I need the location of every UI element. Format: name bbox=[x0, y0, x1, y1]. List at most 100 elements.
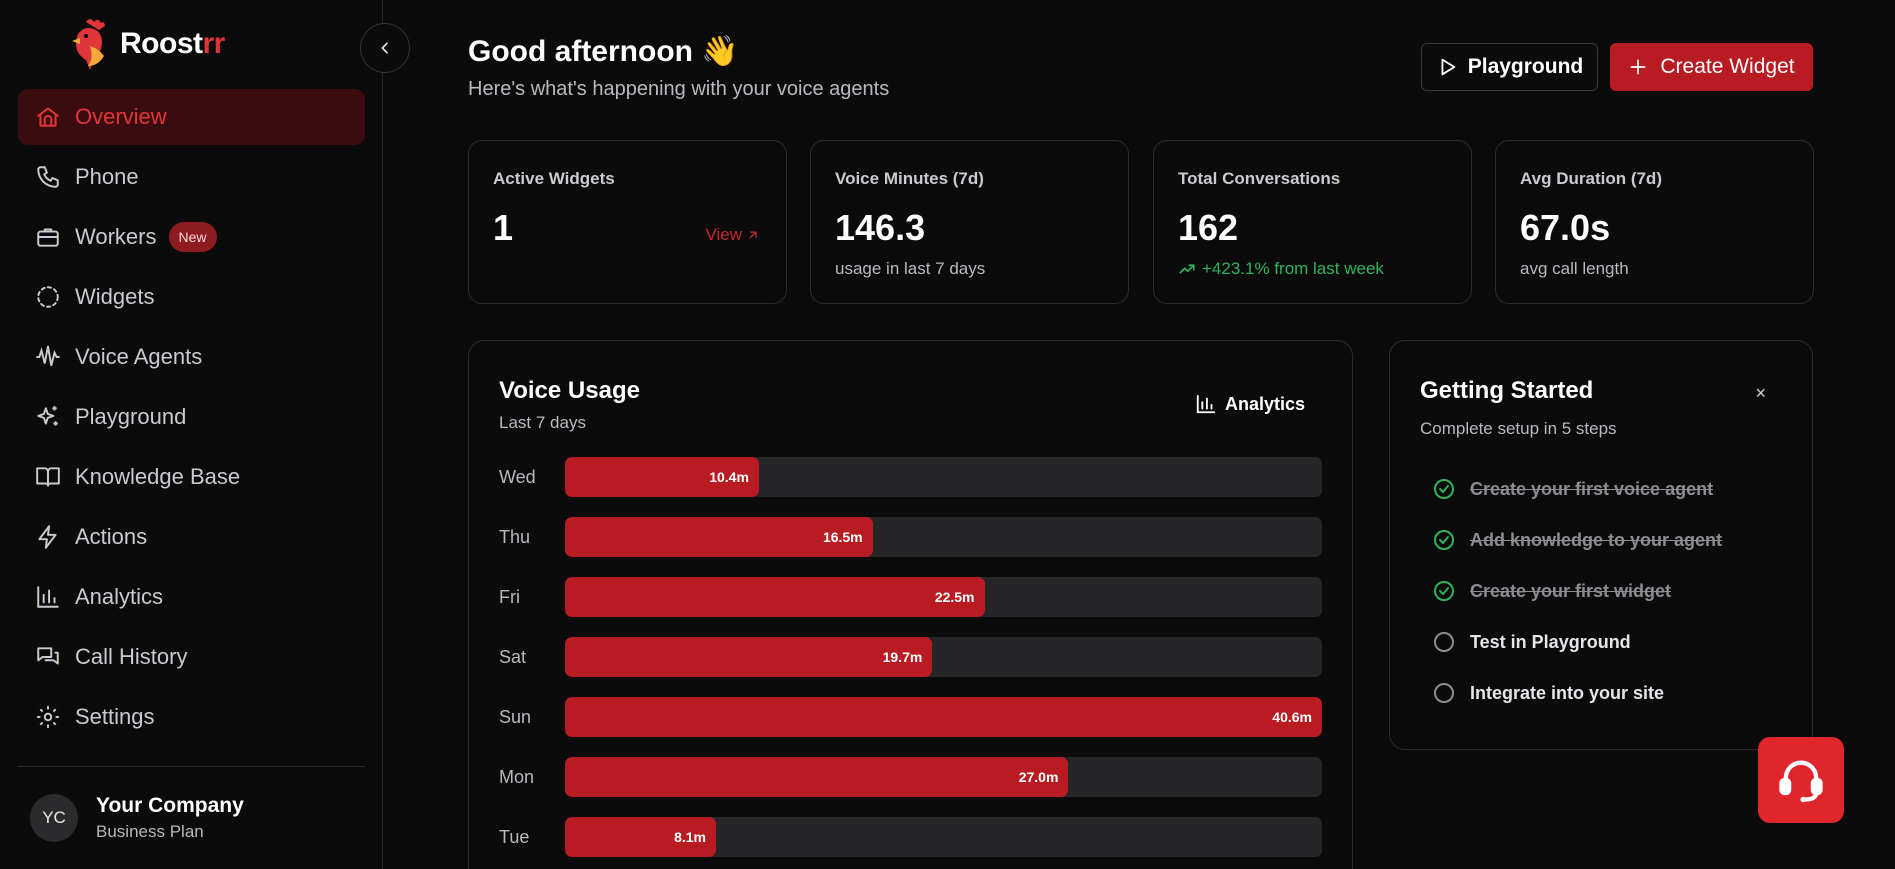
analytics-link-label: Analytics bbox=[1224, 393, 1305, 414]
getting-started-title: Getting Started bbox=[1420, 377, 1594, 404]
sidebar-item-label: Actions bbox=[75, 524, 148, 549]
empty-circle-icon bbox=[1434, 683, 1454, 703]
bar-value-label: 8.1m bbox=[674, 829, 707, 845]
audio-waveform-icon bbox=[36, 345, 60, 366]
getting-started-panel: Getting Started Complete setup in 5 step… bbox=[1389, 340, 1813, 750]
account-info: Your Company Business Plan bbox=[96, 794, 244, 842]
sidebar-item-analytics[interactable]: Analytics bbox=[18, 569, 365, 625]
analytics-link[interactable]: Analytics bbox=[1195, 393, 1305, 415]
stat-value: 1 bbox=[493, 207, 514, 248]
bar-row: Sun 40.6m bbox=[499, 697, 1325, 737]
bar-row: Thu 16.5m bbox=[499, 517, 1325, 557]
book-open-icon bbox=[36, 467, 60, 487]
home-icon bbox=[37, 107, 59, 127]
step-test-playground[interactable]: Test in Playground bbox=[1432, 630, 1631, 654]
bar-category-label: Wed bbox=[499, 467, 536, 487]
gear-icon bbox=[37, 706, 59, 728]
stat-trend: +423.1% from last week bbox=[1178, 259, 1384, 279]
step-create-voice-agent[interactable]: Create your first voice agent bbox=[1432, 477, 1713, 501]
check-circle-icon bbox=[1434, 479, 1454, 499]
sidebar-item-phone[interactable]: Phone bbox=[18, 149, 365, 205]
headset-icon bbox=[1779, 760, 1823, 803]
sidebar-item-label: Phone bbox=[75, 164, 139, 189]
bar-row: Sat 19.7m bbox=[499, 637, 1325, 677]
check-circle-icon bbox=[1434, 530, 1454, 550]
step-integrate-site[interactable]: Integrate into your site bbox=[1432, 681, 1664, 705]
stat-card-total-conversations: Total Conversations 162 +423.1% from las… bbox=[1153, 140, 1472, 304]
sidebar-item-widgets[interactable]: Widgets bbox=[18, 269, 365, 325]
bar-category-label: Fri bbox=[499, 587, 520, 607]
step-label: Create your first voice agent bbox=[1470, 478, 1714, 499]
account-switcher[interactable]: YC Your Company Business Plan bbox=[30, 794, 244, 842]
sidebar-item-label: Voice Agents bbox=[75, 344, 203, 369]
step-create-widget[interactable]: Create your first widget bbox=[1432, 579, 1671, 603]
sidebar-item-label: Widgets bbox=[75, 284, 155, 309]
view-widgets-link[interactable]: View bbox=[705, 225, 760, 245]
playground-button-label: Playground bbox=[1467, 55, 1584, 78]
step-label: Create your first widget bbox=[1470, 580, 1672, 601]
app-root: Roostrr Overview Phone Workers New Widge… bbox=[0, 0, 1895, 869]
sidebar-item-knowledge-base[interactable]: Knowledge Base bbox=[18, 449, 365, 505]
view-link-label: View bbox=[705, 225, 742, 244]
stat-card-voice-minutes: Voice Minutes (7d) 146.3 usage in last 7… bbox=[810, 140, 1129, 304]
new-badge: New bbox=[168, 222, 217, 252]
bar: 22.5m bbox=[565, 577, 985, 617]
support-chat-button[interactable] bbox=[1758, 737, 1844, 823]
getting-started-subtitle: Complete setup in 5 steps bbox=[1420, 419, 1617, 438]
bar-row: Fri 22.5m bbox=[499, 577, 1325, 617]
create-widget-button[interactable]: Create Widget bbox=[1610, 43, 1813, 91]
sidebar-item-settings[interactable]: Settings bbox=[18, 689, 365, 745]
step-label: Integrate into your site bbox=[1470, 682, 1665, 703]
sidebar-divider bbox=[18, 766, 365, 767]
sidebar-item-actions[interactable]: Actions bbox=[18, 509, 365, 565]
sidebar-item-overview[interactable]: Overview bbox=[18, 89, 365, 145]
bar-row: Mon 27.0m bbox=[499, 757, 1325, 797]
bar: 16.5m bbox=[565, 517, 873, 557]
playground-button[interactable]: Playground bbox=[1421, 43, 1598, 91]
stat-label: Active Widgets bbox=[493, 169, 615, 188]
brand-name-accent: rr bbox=[202, 27, 226, 60]
sidebar-item-label: Settings bbox=[75, 704, 155, 729]
create-widget-button-label: Create Widget bbox=[1660, 55, 1795, 78]
arrow-up-right-icon bbox=[749, 231, 757, 239]
sidebar-item-label: Analytics bbox=[75, 584, 164, 609]
account-plan: Business Plan bbox=[96, 822, 204, 841]
collapse-sidebar-button[interactable] bbox=[360, 23, 410, 73]
sidebar-item-label: Call History bbox=[75, 644, 188, 669]
step-label: Add knowledge to your agent bbox=[1470, 529, 1723, 550]
sparkles-icon bbox=[37, 406, 58, 426]
bar-value-label: 22.5m bbox=[934, 589, 975, 605]
bar-category-label: Thu bbox=[499, 527, 531, 547]
bar-track: 40.6m bbox=[565, 697, 1322, 737]
page-title: Good afternoon 👋 bbox=[468, 35, 739, 68]
bar-category-label: Tue bbox=[499, 827, 530, 847]
bar-row: Wed 10.4m bbox=[499, 457, 1325, 497]
sidebar-item-label: Knowledge Base bbox=[75, 464, 241, 489]
bar-value-label: 19.7m bbox=[882, 649, 923, 665]
brand-name-main: Roost bbox=[120, 27, 203, 60]
bar: 27.0m bbox=[565, 757, 1069, 797]
bar: 8.1m bbox=[565, 817, 717, 857]
sidebar-item-playground[interactable]: Playground bbox=[18, 389, 365, 445]
bar: 40.6m bbox=[565, 697, 1322, 737]
bar-track: 22.5m bbox=[565, 577, 1322, 617]
sidebar: Roostrr Overview Phone Workers New Widge… bbox=[0, 0, 383, 869]
bar-value-label: 10.4m bbox=[709, 469, 749, 485]
account-name: Your Company bbox=[96, 794, 244, 817]
check-circle-icon bbox=[1434, 581, 1454, 601]
voice-usage-subtitle: Last 7 days bbox=[499, 413, 586, 432]
sidebar-item-workers[interactable]: Workers New bbox=[18, 209, 365, 265]
bar-chart-icon bbox=[1196, 394, 1216, 414]
bar-category-label: Mon bbox=[499, 767, 535, 787]
bar-chart-icon bbox=[37, 586, 59, 608]
sidebar-item-label: Playground bbox=[75, 404, 187, 429]
step-add-knowledge[interactable]: Add knowledge to your agent bbox=[1432, 528, 1722, 552]
play-icon bbox=[1441, 58, 1455, 76]
avatar: YC bbox=[30, 794, 78, 842]
close-button[interactable]: × bbox=[1755, 383, 1766, 404]
sidebar-item-call-history[interactable]: Call History bbox=[18, 629, 365, 685]
stat-value: 67.0s bbox=[1520, 207, 1611, 248]
brand-logo[interactable]: Roostrr bbox=[72, 16, 225, 72]
sidebar-item-voice-agents[interactable]: Voice Agents bbox=[18, 329, 365, 385]
dashed-circle-icon bbox=[37, 286, 59, 308]
